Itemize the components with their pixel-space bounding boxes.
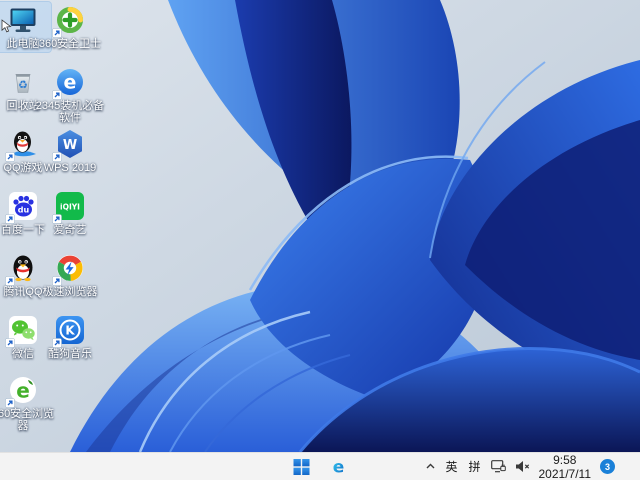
desktop: 此电脑 360安全卫士 ♻ 回收站 e 2345装机必备 软件 QQ游戏 W WPS 2019 du… <box>0 0 640 480</box>
hidden-icons-chevron[interactable] <box>425 461 436 472</box>
chevron-up-icon <box>426 463 434 469</box>
wechat-icon <box>5 314 39 348</box>
desktop-icon-label: 回收站 <box>6 100 40 112</box>
chrome-icon <box>52 252 86 286</box>
desktop-icon-label: 此电脑 <box>6 38 40 50</box>
taskbar-center-group: e <box>290 453 351 480</box>
clock-date: 2021/7/11 <box>538 466 592 480</box>
network-tray-button[interactable] <box>490 460 506 473</box>
baidu-icon: du <box>5 190 39 224</box>
svg-text:du: du <box>18 206 30 215</box>
e2345-icon: e <box>52 66 86 100</box>
system-tray: 英 拼 9:58 2021/7/11 3 <box>425 453 640 480</box>
svg-text:iQIYI: iQIYI <box>60 203 80 212</box>
qqgame-icon <box>5 128 39 162</box>
kugou-icon: K <box>52 314 86 348</box>
svg-text:W: W <box>63 138 77 153</box>
desktop-icon-label: WPS 2019 <box>43 162 97 174</box>
mouse-cursor-icon <box>1 19 12 33</box>
svg-text:e: e <box>16 379 30 403</box>
recycle-icon: ♻ <box>7 66 39 98</box>
desktop-icon-2345-software[interactable]: e 2345装机必备 软件 <box>36 64 104 126</box>
shortcut-arrow-icon <box>5 276 15 286</box>
desktop-icon-label: 腾讯QQ <box>3 286 43 298</box>
network-icon <box>490 460 506 473</box>
windows-logo-icon <box>293 458 310 475</box>
desktop-icon-wps-2019[interactable]: W WPS 2019 <box>42 126 98 176</box>
volume-tray-button[interactable] <box>515 460 530 473</box>
ime-language-indicator[interactable]: 英 <box>445 458 459 475</box>
safe360-icon <box>52 4 86 38</box>
desktop-icon-grid: 此电脑 360安全卫士 ♻ 回收站 e 2345装机必备 软件 QQ游戏 W WPS 2019 du… <box>0 0 640 452</box>
svg-text:♻: ♻ <box>18 79 28 92</box>
desktop-icon-label: 微信 <box>12 348 34 360</box>
shortcut-arrow-icon <box>52 338 62 348</box>
shortcut-arrow-icon <box>52 152 62 162</box>
iqiyi-icon: iQIYI <box>52 190 86 224</box>
shortcut-arrow-icon <box>52 276 62 286</box>
desktop-icon-360-safe[interactable]: 360安全卫士 <box>38 2 102 52</box>
shortcut-arrow-icon <box>52 90 62 100</box>
shortcut-arrow-icon <box>5 398 15 408</box>
shortcut-arrow-icon <box>5 152 15 162</box>
shortcut-arrow-icon <box>5 214 15 224</box>
wps-icon: W <box>52 128 86 162</box>
svg-text:e: e <box>333 458 345 476</box>
desktop-icon-label: 爱奇艺 <box>53 224 87 236</box>
clock-time: 9:58 <box>553 452 577 467</box>
desktop-icon-label: 360安全卫士 <box>38 38 102 50</box>
shortcut-arrow-icon <box>52 214 62 224</box>
desktop-icon-label: QQ游戏 <box>3 162 43 174</box>
desktop-icon-iqiyi[interactable]: iQIYI 爱奇艺 <box>42 188 98 238</box>
ime-pinyin-indicator[interactable]: 拼 <box>468 458 482 475</box>
desktop-icon-label: 百度一下 <box>1 224 45 236</box>
speaker-muted-icon <box>515 461 529 472</box>
notification-badge[interactable]: 3 <box>600 459 615 474</box>
browser360-icon: e <box>5 374 39 408</box>
taskbar: e 英 拼 9:58 2021/7/11 3 <box>0 452 640 480</box>
svg-text:K: K <box>65 324 75 338</box>
desktop-icon-speed-browser[interactable]: 极速浏览器 <box>42 250 98 300</box>
clock[interactable]: 9:58 2021/7/11 <box>539 453 592 480</box>
shortcut-arrow-icon <box>52 28 62 38</box>
desktop-icon-kugou-music[interactable]: K 酷狗音乐 <box>42 312 98 362</box>
shortcut-arrow-icon <box>5 338 15 348</box>
svg-text:e: e <box>64 72 77 94</box>
desktop-icon-label: 2345装机必备 软件 <box>35 100 105 124</box>
desktop-icon-label: 酷狗音乐 <box>48 348 92 360</box>
desktop-icon-label: 360安全浏览器 <box>0 408 55 432</box>
edge-taskbar-button[interactable]: e <box>327 455 351 479</box>
qq-icon <box>5 252 39 286</box>
edge-icon: e <box>333 458 345 476</box>
desktop-icon-label: 极速浏览器 <box>42 286 98 298</box>
start-button[interactable] <box>290 455 314 479</box>
desktop-icon-360-browser[interactable]: e 360安全浏览器 <box>0 372 55 434</box>
